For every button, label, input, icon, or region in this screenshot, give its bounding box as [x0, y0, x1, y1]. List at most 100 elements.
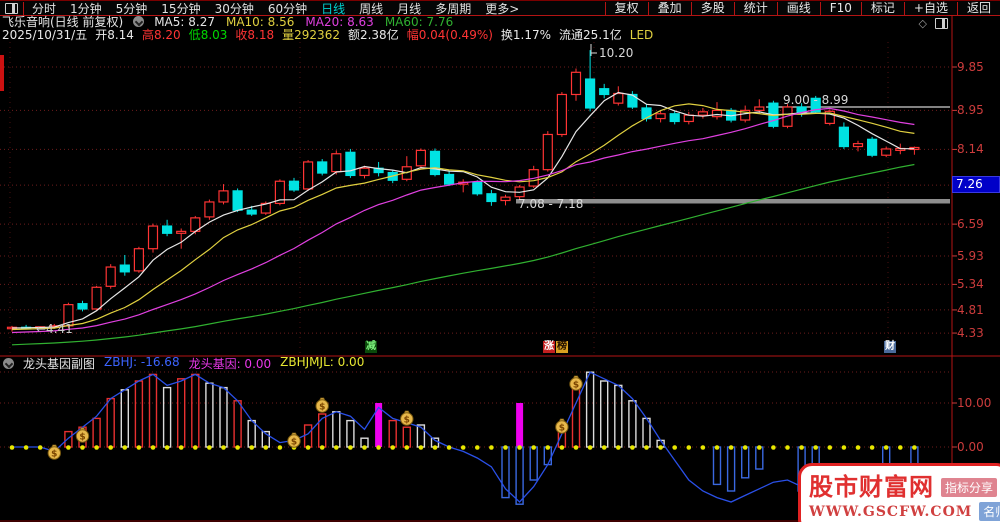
indicator-bar	[92, 417, 101, 448]
price-axis-label: 5.93	[957, 248, 984, 263]
zero-dot	[686, 445, 692, 450]
indicator-title: 龙头基因副图	[23, 357, 96, 371]
zero-dot	[319, 445, 325, 450]
candle	[176, 230, 187, 234]
candle	[542, 133, 553, 171]
zero-dot	[432, 445, 438, 450]
zero-dot	[221, 445, 226, 450]
ma5-line	[11, 91, 915, 329]
zero-dot	[80, 445, 85, 450]
indicator-bar	[712, 446, 722, 486]
zero-dot	[841, 445, 847, 450]
candle	[246, 209, 257, 215]
money-bag-icon: $	[287, 432, 301, 448]
indicator-bar	[600, 380, 609, 448]
indicator-bar	[247, 419, 256, 448]
peak-price-annotation: 10.20	[599, 46, 634, 60]
indicator-axis-label: 0.00	[957, 440, 984, 454]
candle	[669, 113, 680, 123]
indicator-bar	[219, 386, 228, 448]
zero-dot	[587, 445, 593, 450]
gap-low-annotation: 7.08 - 7.18	[518, 197, 584, 211]
svg-text:$: $	[291, 437, 297, 447]
indicator-bar	[501, 446, 510, 499]
candle	[77, 303, 88, 310]
indicator-bar	[416, 424, 426, 448]
indicator-bar	[64, 430, 73, 448]
event-marker: 涨	[543, 341, 555, 353]
zero-dot	[460, 445, 466, 450]
indicator-bar	[388, 419, 397, 448]
zero-dot	[178, 445, 184, 450]
watermark-badge-tag: 指标分享	[941, 477, 998, 497]
indicator-bar	[332, 411, 341, 448]
candle	[655, 113, 666, 120]
indicator-bar	[303, 424, 313, 448]
price-axis-label: 8.14	[957, 142, 984, 157]
zero-dot	[813, 445, 818, 450]
candle	[599, 88, 610, 96]
zero-dot	[305, 445, 311, 450]
indicator-bar	[516, 403, 524, 447]
money-bag-icon: $	[555, 418, 569, 434]
zero-dot	[630, 445, 635, 450]
zero-dot	[207, 445, 212, 450]
zero-dot	[446, 445, 452, 450]
zero-dot	[9, 445, 15, 450]
zero-dot	[263, 445, 269, 450]
svg-text:$: $	[319, 402, 325, 412]
indicator-bar	[402, 426, 411, 448]
candle	[317, 161, 328, 174]
candle	[359, 167, 370, 177]
chevron-down-circle-icon[interactable]	[3, 358, 14, 369]
indicator-header: 龙头基因副图 ZBHJ: -16.68 龙头基因: 0.00 ZBHJMJL: 0.…	[3, 355, 364, 371]
candle	[584, 78, 596, 109]
indicator-bar	[162, 386, 172, 448]
candle	[556, 93, 568, 136]
indicator-axis-label: 10.00	[957, 396, 992, 410]
zero-dot	[742, 445, 748, 450]
money-bag-icon: $	[315, 397, 329, 413]
watermark-badge-tag: 名师课程	[979, 502, 1000, 521]
candle	[105, 266, 116, 287]
zero-dot	[644, 445, 649, 450]
chart-canvas: $ $ $ $ $ $ $	[0, 15, 1000, 522]
candle	[218, 190, 229, 203]
candle	[852, 143, 864, 148]
ma20-line	[11, 107, 915, 334]
zero-dot	[757, 445, 762, 450]
indicator-bar	[176, 378, 186, 448]
price-axis-label: 4.33	[957, 326, 984, 341]
zero-dot	[108, 445, 113, 450]
candle	[627, 93, 638, 108]
indicator-bar	[529, 446, 538, 481]
zero-dot	[827, 445, 833, 450]
zero-dot	[37, 445, 43, 450]
event-marker: 财	[884, 341, 896, 353]
zero-dot	[66, 445, 71, 450]
indicator-bar	[233, 400, 242, 448]
zero-dot	[193, 445, 198, 450]
zero-dot	[672, 445, 677, 450]
zero-dot	[658, 445, 663, 450]
candle	[204, 201, 215, 218]
candle	[486, 193, 497, 203]
zero-dot	[912, 445, 917, 450]
zero-dot	[855, 445, 861, 450]
candle	[838, 126, 850, 148]
svg-text:$: $	[51, 449, 57, 459]
event-marker: 榜	[556, 341, 568, 353]
indicator-bar	[614, 384, 623, 448]
indicator-bar	[191, 373, 200, 448]
zero-dot	[489, 445, 494, 450]
candle	[331, 153, 342, 173]
zero-dot	[545, 445, 551, 450]
clipped-candle	[0, 55, 4, 91]
money-bag-icon: $	[400, 410, 414, 426]
indicator-bar	[726, 446, 736, 492]
zero-dot	[531, 445, 536, 450]
zero-dot	[517, 445, 522, 450]
zero-dot	[573, 445, 579, 450]
trading-app-window: 分时 1分钟 5分钟 15分钟 30分钟 60分钟 日线 周线 月线 多周期 更多> 复权 叠加 多股统…	[0, 0, 1000, 522]
indicator-value: 龙头基因: 0.00	[188, 357, 272, 371]
